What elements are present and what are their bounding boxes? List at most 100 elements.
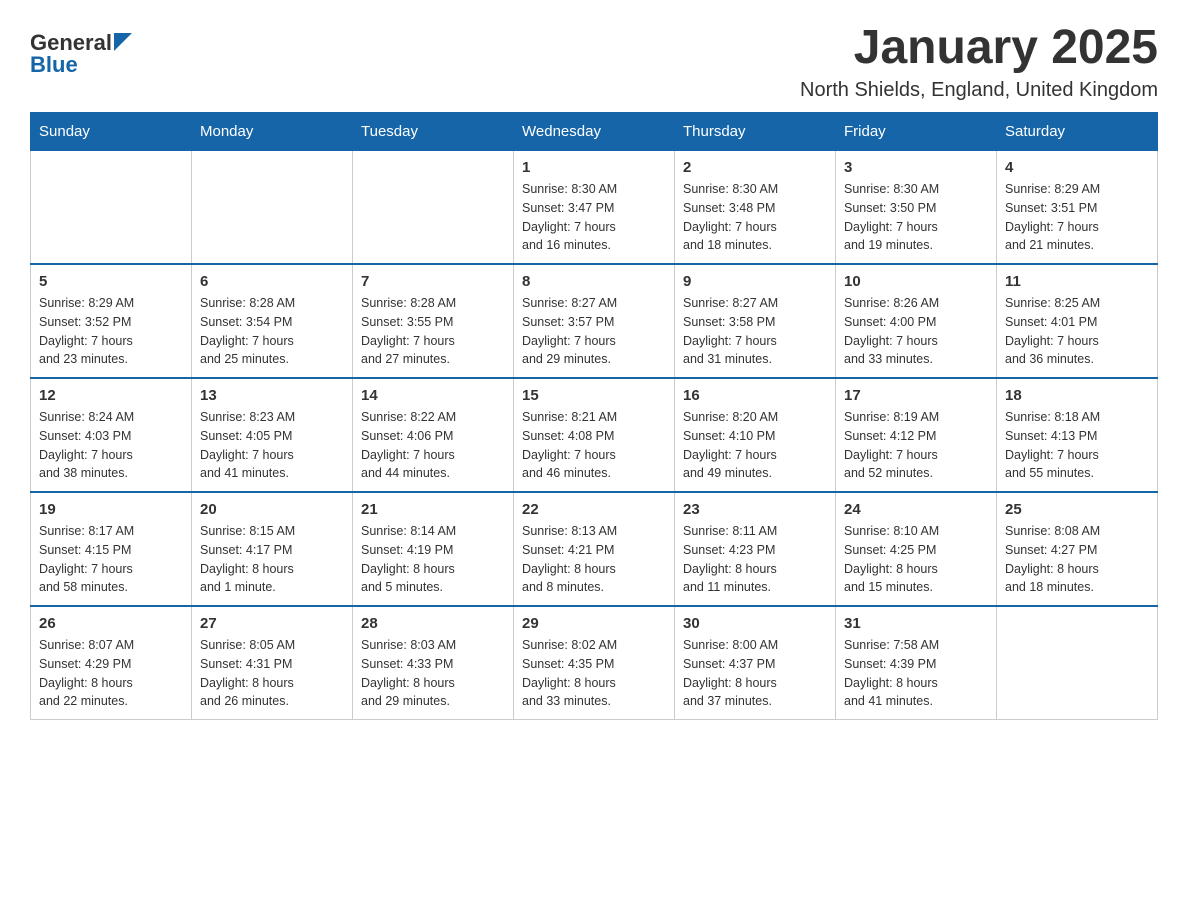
- calendar-cell: 28 Sunrise: 8:03 AM Sunset: 4:33 PM Dayli…: [353, 606, 514, 720]
- calendar-cell: 10 Sunrise: 8:26 AM Sunset: 4:00 PM Dayli…: [836, 264, 997, 378]
- calendar-cell: 22Sunrise: 8:13 AM Sunset: 4:21 PM Dayli…: [514, 492, 675, 606]
- day-number: 6: [200, 273, 344, 290]
- day-info: Sunrise: 8:29 AM Sunset: 3:52 PM Dayligh…: [39, 294, 183, 369]
- calendar-cell: 11Sunrise: 8:25 AM Sunset: 4:01 PM Dayli…: [997, 264, 1158, 378]
- day-info: Sunrise: 8:21 AM Sunset: 4:08 PM Dayligh…: [522, 408, 666, 483]
- day-info: Sunrise: 8:10 AM Sunset: 4:25 PM Dayligh…: [844, 522, 988, 597]
- day-info: Sunrise: 8:29 AM Sunset: 3:51 PM Dayligh…: [1005, 180, 1149, 255]
- day-info: Sunrise: 8:02 AM Sunset: 4:35 PM Dayligh…: [522, 636, 666, 711]
- day-number: 10: [844, 273, 988, 290]
- day-info: Sunrise: 8:23 AM Sunset: 4:05 PM Dayligh…: [200, 408, 344, 483]
- day-info: Sunrise: 8:17 AM Sunset: 4:15 PM Dayligh…: [39, 522, 183, 597]
- day-number: 20: [200, 501, 344, 518]
- day-info: Sunrise: 8:15 AM Sunset: 4:17 PM Dayligh…: [200, 522, 344, 597]
- day-number: 25: [1005, 501, 1149, 518]
- calendar-header-wednesday: Wednesday: [514, 113, 675, 151]
- day-info: Sunrise: 8:19 AM Sunset: 4:12 PM Dayligh…: [844, 408, 988, 483]
- day-number: 28: [361, 615, 505, 632]
- day-info: Sunrise: 8:27 AM Sunset: 3:58 PM Dayligh…: [683, 294, 827, 369]
- calendar-cell: 25 Sunrise: 8:08 AM Sunset: 4:27 PM Dayli…: [997, 492, 1158, 606]
- calendar-cell: 2 Sunrise: 8:30 AM Sunset: 3:48 PM Daylig…: [675, 151, 836, 265]
- calendar-cell: [31, 151, 192, 265]
- calendar-cell: 24 Sunrise: 8:10 AM Sunset: 4:25 PM Dayli…: [836, 492, 997, 606]
- day-number: 7: [361, 273, 505, 290]
- day-number: 4: [1005, 159, 1149, 176]
- day-number: 23: [683, 501, 827, 518]
- calendar-cell: 6 Sunrise: 8:28 AM Sunset: 3:54 PM Daylig…: [192, 264, 353, 378]
- calendar-cell: 18 Sunrise: 8:18 AM Sunset: 4:13 PM Dayli…: [997, 378, 1158, 492]
- day-info: Sunrise: 8:30 AM Sunset: 3:47 PM Dayligh…: [522, 180, 666, 255]
- day-info: Sunrise: 8:28 AM Sunset: 3:54 PM Dayligh…: [200, 294, 344, 369]
- calendar-cell: [353, 151, 514, 265]
- day-number: 1: [522, 159, 666, 176]
- day-number: 2: [683, 159, 827, 176]
- day-info: Sunrise: 8:03 AM Sunset: 4:33 PM Dayligh…: [361, 636, 505, 711]
- calendar-cell: 27 Sunrise: 8:05 AM Sunset: 4:31 PM Dayli…: [192, 606, 353, 720]
- day-number: 31: [844, 615, 988, 632]
- day-info: Sunrise: 8:14 AM Sunset: 4:19 PM Dayligh…: [361, 522, 505, 597]
- day-number: 5: [39, 273, 183, 290]
- day-info: Sunrise: 8:11 AM Sunset: 4:23 PM Dayligh…: [683, 522, 827, 597]
- day-info: Sunrise: 8:05 AM Sunset: 4:31 PM Dayligh…: [200, 636, 344, 711]
- day-number: 11: [1005, 273, 1149, 290]
- calendar-cell: 3Sunrise: 8:30 AM Sunset: 3:50 PM Daylig…: [836, 151, 997, 265]
- logo: General Blue: [30, 30, 132, 78]
- day-info: Sunrise: 8:28 AM Sunset: 3:55 PM Dayligh…: [361, 294, 505, 369]
- calendar-header-saturday: Saturday: [997, 113, 1158, 151]
- calendar-cell: 12Sunrise: 8:24 AM Sunset: 4:03 PM Dayli…: [31, 378, 192, 492]
- calendar-cell: [997, 606, 1158, 720]
- day-number: 19: [39, 501, 183, 518]
- subtitle: North Shields, England, United Kingdom: [800, 79, 1158, 102]
- calendar-cell: 31 Sunrise: 7:58 AM Sunset: 4:39 PM Dayli…: [836, 606, 997, 720]
- day-number: 15: [522, 387, 666, 404]
- day-number: 16: [683, 387, 827, 404]
- day-number: 18: [1005, 387, 1149, 404]
- calendar-week-row: 19 Sunrise: 8:17 AM Sunset: 4:15 PM Dayli…: [31, 492, 1158, 606]
- calendar-week-row: 26 Sunrise: 8:07 AM Sunset: 4:29 PM Dayli…: [31, 606, 1158, 720]
- calendar-cell: 5 Sunrise: 8:29 AM Sunset: 3:52 PM Daylig…: [31, 264, 192, 378]
- day-number: 9: [683, 273, 827, 290]
- logo-triangle-icon: [114, 33, 132, 51]
- calendar-cell: 4 Sunrise: 8:29 AM Sunset: 3:51 PM Daylig…: [997, 151, 1158, 265]
- title-area: January 2025 North Shields, England, Uni…: [800, 20, 1158, 102]
- day-info: Sunrise: 8:00 AM Sunset: 4:37 PM Dayligh…: [683, 636, 827, 711]
- calendar: SundayMondayTuesdayWednesdayThursdayFrid…: [30, 112, 1158, 720]
- header: General Blue January 2025 North Shields,…: [30, 20, 1158, 102]
- day-number: 27: [200, 615, 344, 632]
- calendar-cell: 13Sunrise: 8:23 AM Sunset: 4:05 PM Dayli…: [192, 378, 353, 492]
- calendar-cell: [192, 151, 353, 265]
- calendar-cell: 23 Sunrise: 8:11 AM Sunset: 4:23 PM Dayli…: [675, 492, 836, 606]
- calendar-week-row: 1 Sunrise: 8:30 AM Sunset: 3:47 PM Daylig…: [31, 151, 1158, 265]
- calendar-cell: 21 Sunrise: 8:14 AM Sunset: 4:19 PM Dayli…: [353, 492, 514, 606]
- day-number: 14: [361, 387, 505, 404]
- calendar-cell: 29Sunrise: 8:02 AM Sunset: 4:35 PM Dayli…: [514, 606, 675, 720]
- calendar-header-friday: Friday: [836, 113, 997, 151]
- day-number: 26: [39, 615, 183, 632]
- calendar-cell: 9 Sunrise: 8:27 AM Sunset: 3:58 PM Daylig…: [675, 264, 836, 378]
- day-info: Sunrise: 8:08 AM Sunset: 4:27 PM Dayligh…: [1005, 522, 1149, 597]
- day-info: Sunrise: 8:30 AM Sunset: 3:50 PM Dayligh…: [844, 180, 988, 255]
- day-info: Sunrise: 8:13 AM Sunset: 4:21 PM Dayligh…: [522, 522, 666, 597]
- day-info: Sunrise: 8:26 AM Sunset: 4:00 PM Dayligh…: [844, 294, 988, 369]
- day-info: Sunrise: 7:58 AM Sunset: 4:39 PM Dayligh…: [844, 636, 988, 711]
- day-info: Sunrise: 8:22 AM Sunset: 4:06 PM Dayligh…: [361, 408, 505, 483]
- calendar-cell: 17 Sunrise: 8:19 AM Sunset: 4:12 PM Dayli…: [836, 378, 997, 492]
- day-info: Sunrise: 8:20 AM Sunset: 4:10 PM Dayligh…: [683, 408, 827, 483]
- calendar-cell: 1 Sunrise: 8:30 AM Sunset: 3:47 PM Daylig…: [514, 151, 675, 265]
- day-info: Sunrise: 8:27 AM Sunset: 3:57 PM Dayligh…: [522, 294, 666, 369]
- day-info: Sunrise: 8:30 AM Sunset: 3:48 PM Dayligh…: [683, 180, 827, 255]
- calendar-header-thursday: Thursday: [675, 113, 836, 151]
- day-info: Sunrise: 8:18 AM Sunset: 4:13 PM Dayligh…: [1005, 408, 1149, 483]
- calendar-header-row: SundayMondayTuesdayWednesdayThursdayFrid…: [31, 113, 1158, 151]
- logo-blue-text: Blue: [30, 52, 78, 78]
- day-number: 21: [361, 501, 505, 518]
- day-number: 30: [683, 615, 827, 632]
- calendar-cell: 26 Sunrise: 8:07 AM Sunset: 4:29 PM Dayli…: [31, 606, 192, 720]
- day-number: 17: [844, 387, 988, 404]
- day-number: 12: [39, 387, 183, 404]
- day-number: 24: [844, 501, 988, 518]
- calendar-cell: 30 Sunrise: 8:00 AM Sunset: 4:37 PM Dayli…: [675, 606, 836, 720]
- calendar-cell: 19 Sunrise: 8:17 AM Sunset: 4:15 PM Dayli…: [31, 492, 192, 606]
- day-info: Sunrise: 8:07 AM Sunset: 4:29 PM Dayligh…: [39, 636, 183, 711]
- calendar-cell: 16 Sunrise: 8:20 AM Sunset: 4:10 PM Dayli…: [675, 378, 836, 492]
